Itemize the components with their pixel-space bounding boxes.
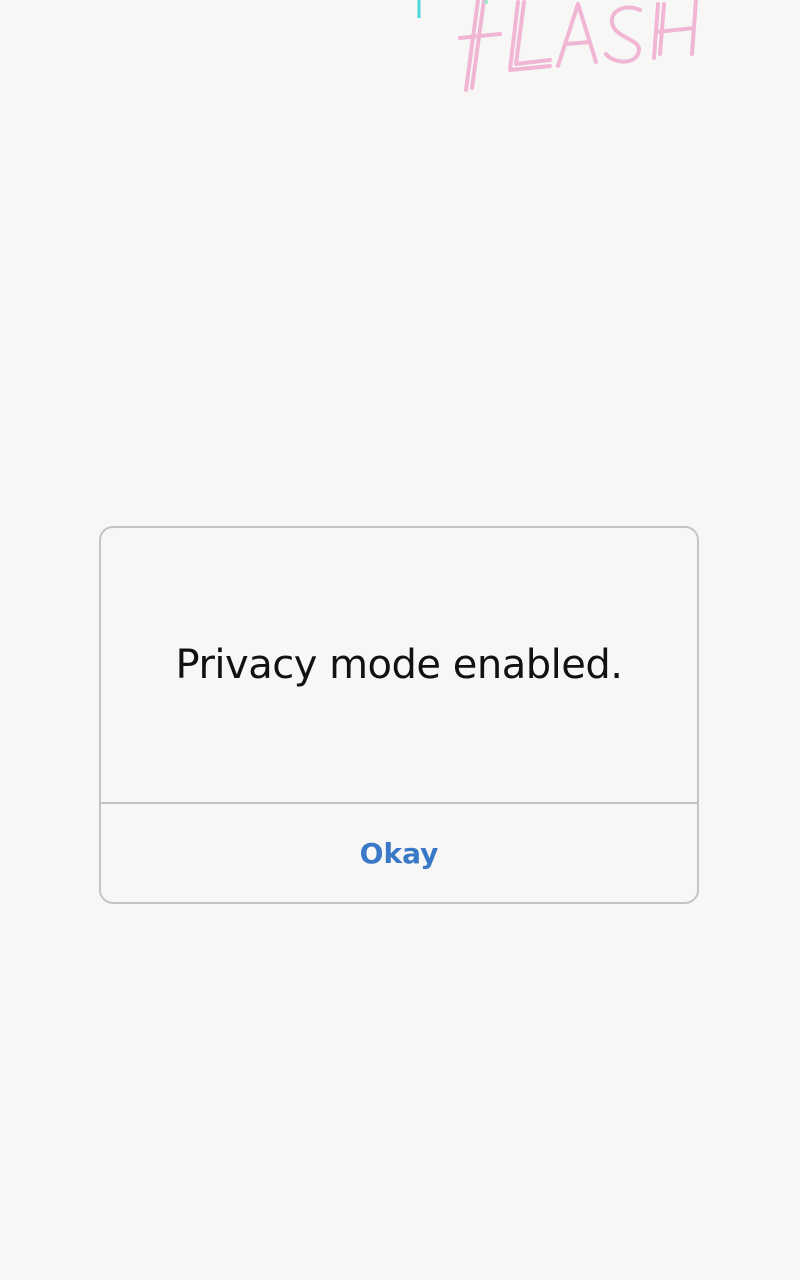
dialog-message: Privacy mode enabled. <box>175 642 623 688</box>
privacy-mode-dialog: Privacy mode enabled. Okay <box>99 526 699 904</box>
dialog-body: Privacy mode enabled. <box>101 528 697 802</box>
okay-button-label: Okay <box>359 836 439 870</box>
flash-logo-icon <box>417 0 698 92</box>
okay-button[interactable]: Okay <box>101 804 697 902</box>
